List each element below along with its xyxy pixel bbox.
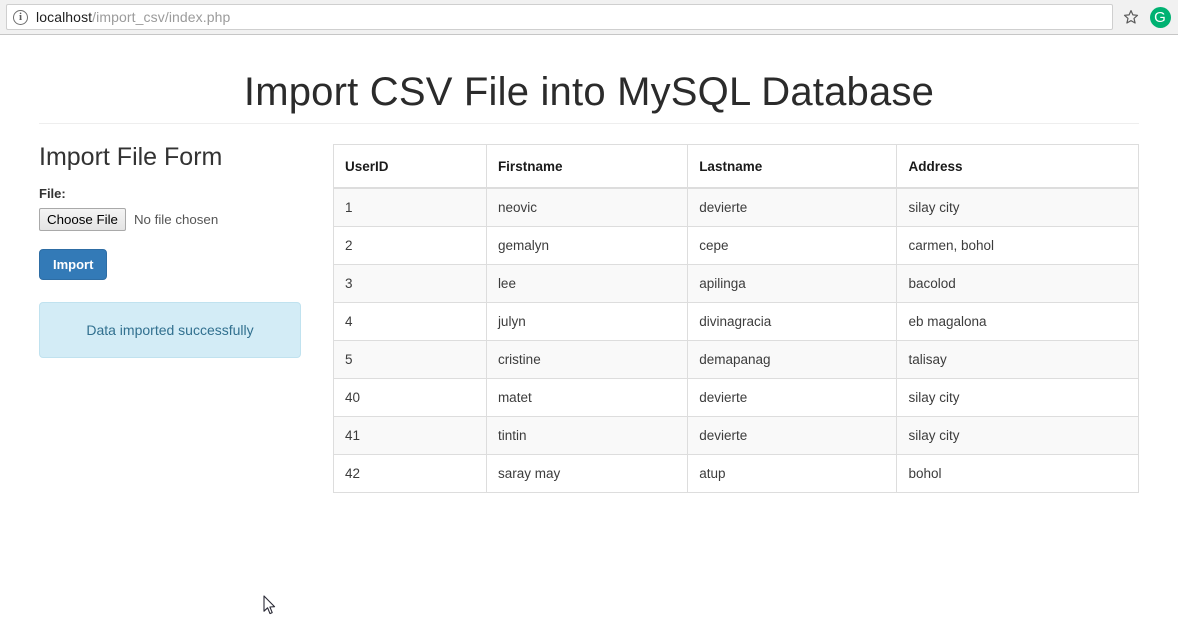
table-row: 42saray mayatupbohol xyxy=(334,455,1139,493)
cell-lastname: devierte xyxy=(688,417,897,455)
url-path: /import_csv/index.php xyxy=(92,9,230,25)
address-bar-url: localhost/import_csv/index.php xyxy=(36,9,230,25)
cell-lastname: atup xyxy=(688,455,897,493)
cell-userid: 3 xyxy=(334,265,487,303)
users-table-panel: UserID Firstname Lastname Address 1neovi… xyxy=(319,144,1139,493)
address-bar[interactable]: i localhost/import_csv/index.php xyxy=(6,4,1113,30)
table-body: 1neovicdeviertesilay city2gemalyncepecar… xyxy=(334,188,1139,493)
cell-lastname: cepe xyxy=(688,227,897,265)
cell-userid: 42 xyxy=(334,455,487,493)
no-file-chosen-text: No file chosen xyxy=(134,212,218,227)
cell-lastname: apilinga xyxy=(688,265,897,303)
cell-address: silay city xyxy=(897,188,1139,227)
column-header-userid: UserID xyxy=(334,145,487,189)
column-header-firstname: Firstname xyxy=(486,145,687,189)
content-row: Import File Form File: Choose File No fi… xyxy=(39,124,1139,493)
page-body: Import CSV File into MySQL Database Impo… xyxy=(0,36,1178,624)
page-title: Import CSV File into MySQL Database xyxy=(39,70,1139,114)
cell-firstname: matet xyxy=(486,379,687,417)
choose-file-button[interactable]: Choose File xyxy=(39,208,126,231)
file-input-row[interactable]: Choose File No file chosen xyxy=(39,208,305,231)
users-table: UserID Firstname Lastname Address 1neovi… xyxy=(333,144,1139,493)
star-bookmark-icon[interactable] xyxy=(1119,5,1143,29)
status-alert-text: Data imported successfully xyxy=(86,322,253,338)
url-host: localhost xyxy=(36,9,92,25)
cell-address: bacolod xyxy=(897,265,1139,303)
cell-lastname: divinagracia xyxy=(688,303,897,341)
cell-address: talisay xyxy=(897,341,1139,379)
cell-userid: 40 xyxy=(334,379,487,417)
page-header: Import CSV File into MySQL Database xyxy=(39,36,1139,124)
import-button[interactable]: Import xyxy=(39,249,107,280)
cell-firstname: gemalyn xyxy=(486,227,687,265)
table-row: 2gemalyncepecarmen, bohol xyxy=(334,227,1139,265)
table-row: 4julyndivinagraciaeb magalona xyxy=(334,303,1139,341)
column-header-lastname: Lastname xyxy=(688,145,897,189)
table-row: 41tintindeviertesilay city xyxy=(334,417,1139,455)
cell-address: carmen, bohol xyxy=(897,227,1139,265)
cell-lastname: devierte xyxy=(688,379,897,417)
cell-lastname: demapanag xyxy=(688,341,897,379)
extension-letter: G xyxy=(1150,7,1171,28)
table-row: 5cristinedemapanagtalisay xyxy=(334,341,1139,379)
cell-lastname: devierte xyxy=(688,188,897,227)
column-header-address: Address xyxy=(897,145,1139,189)
import-form-panel: Import File Form File: Choose File No fi… xyxy=(39,144,319,358)
file-field-label: File: xyxy=(39,186,305,201)
cell-firstname: saray may xyxy=(486,455,687,493)
table-header-row: UserID Firstname Lastname Address xyxy=(334,145,1139,189)
mouse-arrow-cursor xyxy=(263,595,277,616)
cell-firstname: neovic xyxy=(486,188,687,227)
cell-userid: 4 xyxy=(334,303,487,341)
table-row: 40matetdeviertesilay city xyxy=(334,379,1139,417)
cell-userid: 1 xyxy=(334,188,487,227)
status-alert: Data imported successfully xyxy=(39,302,301,358)
cell-firstname: julyn xyxy=(486,303,687,341)
table-row: 1neovicdeviertesilay city xyxy=(334,188,1139,227)
cell-address: bohol xyxy=(897,455,1139,493)
cell-address: eb magalona xyxy=(897,303,1139,341)
cell-firstname: tintin xyxy=(486,417,687,455)
cell-userid: 41 xyxy=(334,417,487,455)
import-form-heading: Import File Form xyxy=(39,144,305,172)
grammarly-extension-icon[interactable]: G xyxy=(1146,3,1174,31)
info-circle-icon[interactable]: i xyxy=(13,10,28,25)
cell-firstname: lee xyxy=(486,265,687,303)
cell-firstname: cristine xyxy=(486,341,687,379)
table-row: 3leeapilingabacolod xyxy=(334,265,1139,303)
browser-toolbar: i localhost/import_csv/index.php G xyxy=(0,0,1178,35)
container: Import CSV File into MySQL Database Impo… xyxy=(19,36,1159,493)
cell-address: silay city xyxy=(897,379,1139,417)
cell-userid: 2 xyxy=(334,227,487,265)
cell-userid: 5 xyxy=(334,341,487,379)
cell-address: silay city xyxy=(897,417,1139,455)
